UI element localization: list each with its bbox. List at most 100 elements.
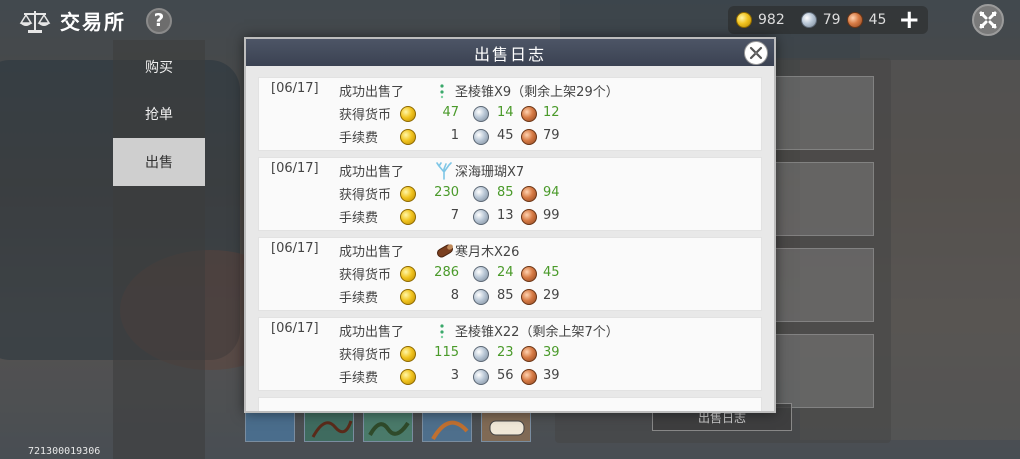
silver-coin-icon xyxy=(800,12,817,28)
log-action: 成功出售了 xyxy=(339,245,405,260)
fee-copper: 99 xyxy=(543,208,560,223)
inventory-slot[interactable] xyxy=(245,410,295,442)
inventory-slot[interactable] xyxy=(481,410,531,442)
income-label: 获得货币 xyxy=(339,348,392,363)
fee-gold: 7 xyxy=(450,208,459,223)
silver-coin-icon xyxy=(473,266,489,282)
inventory-slot[interactable] xyxy=(422,410,472,442)
log-date: [06/17] xyxy=(271,161,319,176)
close-icon xyxy=(979,11,997,29)
silver-coin-icon xyxy=(473,289,489,305)
fee-label: 手续费 xyxy=(339,291,379,306)
log-date: [06/17] xyxy=(271,81,319,96)
log-item: 圣棱锥X22（剩余上架7个） xyxy=(435,321,619,340)
vine-icon xyxy=(311,420,353,438)
gold-coin-icon xyxy=(400,106,416,122)
log-item-name: 寒月木X26 xyxy=(455,245,520,260)
log-entry: [06/17] 成功出售了 圣棱锥X22（剩余上架7个） 获得货币 115 23… xyxy=(258,317,762,391)
gold-coin-icon xyxy=(400,186,416,202)
copper-coin-icon xyxy=(846,12,863,28)
fee-gold: 1 xyxy=(450,128,459,143)
income-label: 获得货币 xyxy=(339,108,392,123)
log-item-name: 深海珊瑚X7 xyxy=(455,165,525,180)
copper-coin-icon xyxy=(521,289,537,305)
log-entry-title-row: [06/17] 成功出售了 圣棱锥X9（剩余上架29个） xyxy=(259,80,762,102)
copper-coin-icon xyxy=(521,186,537,202)
silver-coin-icon xyxy=(473,369,489,385)
log-entry-title-row: [06/17] 成功出售了 寒月木X26 xyxy=(259,240,762,262)
income-label: 获得货币 xyxy=(339,268,392,283)
log-entry-title-row: [06/17] 成功出售了 深海珊瑚X7 xyxy=(259,160,762,182)
top-bar: 交易所 ? 982 79 45 + xyxy=(0,0,1020,40)
income-row: 获得货币 115 23 39 xyxy=(259,343,762,365)
wood-log-icon xyxy=(435,242,453,260)
income-gold: 230 xyxy=(434,185,459,200)
gold-coin-icon xyxy=(400,209,416,225)
income-gold: 286 xyxy=(434,265,459,280)
fee-copper: 79 xyxy=(543,128,560,143)
sale-log-dialog: 出售日志 [06/17] 成功出售了 圣棱锥X9（剩余上架29个） 获得货币 4… xyxy=(244,37,776,413)
log-action: 成功出售了 xyxy=(339,325,405,340)
income-row: 获得货币 230 85 94 xyxy=(259,183,762,205)
log-entry xyxy=(258,397,762,411)
tab-sell[interactable]: 出售 xyxy=(113,138,205,186)
header: 交易所 ? xyxy=(18,6,172,35)
log-entry: [06/17] 成功出售了 圣棱锥X9（剩余上架29个） 获得货币 47 14 … xyxy=(258,77,762,151)
fee-row: 手续费 8 85 29 xyxy=(259,286,762,308)
scales-icon xyxy=(19,10,51,33)
fee-label: 手续费 xyxy=(339,211,379,226)
help-button[interactable]: ? xyxy=(146,7,172,34)
dialog-header: 出售日志 xyxy=(246,39,774,66)
snake-icon xyxy=(368,421,410,437)
coral-icon xyxy=(435,161,453,180)
income-label: 获得货币 xyxy=(339,188,392,203)
copper-coin-icon xyxy=(521,209,537,225)
gold-amount: 982 xyxy=(758,12,785,28)
fee-label: 手续费 xyxy=(339,131,379,146)
fee-copper: 39 xyxy=(543,368,560,383)
log-item-name: 圣棱锥X9（剩余上架29个） xyxy=(455,85,619,100)
gold-coin-icon xyxy=(400,369,416,385)
user-id: 721300019306 xyxy=(28,446,101,457)
log-item: 圣棱锥X9（剩余上架29个） xyxy=(435,81,619,100)
close-exchange-button[interactable] xyxy=(972,4,1004,36)
log-action: 成功出售了 xyxy=(339,165,405,180)
copper-coin-icon xyxy=(521,346,537,362)
close-icon xyxy=(749,46,763,60)
income-gold: 47 xyxy=(442,105,459,120)
fee-row: 手续费 7 13 99 xyxy=(259,206,762,228)
gold-coin-icon xyxy=(400,346,416,362)
inventory-slot[interactable] xyxy=(304,410,354,442)
sale-log-list[interactable]: [06/17] 成功出售了 圣棱锥X9（剩余上架29个） 获得货币 47 14 … xyxy=(258,77,762,411)
fee-label: 手续费 xyxy=(339,371,379,386)
currency-bar: 982 79 45 + xyxy=(728,6,928,34)
fee-row: 手续费 1 45 79 xyxy=(259,126,762,148)
copper-coin-icon xyxy=(521,106,537,122)
silver-coin-icon xyxy=(473,106,489,122)
log-date: [06/17] xyxy=(271,241,319,256)
inventory-slot[interactable] xyxy=(363,410,413,442)
copper-coin-icon xyxy=(521,266,537,282)
silver-amount: 79 xyxy=(822,12,841,28)
tab-sidebar: 购买 抢单 出售 xyxy=(113,40,205,459)
tab-grab-order[interactable]: 抢单 xyxy=(113,90,205,138)
log-date: [06/17] xyxy=(271,321,319,336)
income-row: 获得货币 286 24 45 xyxy=(259,263,762,285)
log-entry: [06/17] 成功出售了 寒月木X26 获得货币 286 24 45 手续费 … xyxy=(258,237,762,311)
scroll-icon xyxy=(489,420,525,436)
gold-coin-icon xyxy=(400,129,416,145)
income-gold: 115 xyxy=(434,345,459,360)
copper-coin-icon xyxy=(521,369,537,385)
silver-coin-icon xyxy=(473,209,489,225)
dialog-title: 出售日志 xyxy=(473,44,546,64)
tab-buy[interactable]: 购买 xyxy=(113,43,205,91)
log-entry: [06/17] 成功出售了 深海珊瑚X7 获得货币 230 85 94 手续费 … xyxy=(258,157,762,231)
log-item-name: 圣棱锥X22（剩余上架7个） xyxy=(455,325,619,340)
income-copper: 12 xyxy=(543,105,560,120)
log-item: 深海珊瑚X7 xyxy=(435,161,524,180)
add-currency-button[interactable]: + xyxy=(898,7,920,33)
income-copper: 39 xyxy=(543,345,560,360)
fee-row: 手续费 3 56 39 xyxy=(259,366,762,388)
bow-icon xyxy=(431,420,469,441)
dialog-close-button[interactable] xyxy=(744,41,768,65)
